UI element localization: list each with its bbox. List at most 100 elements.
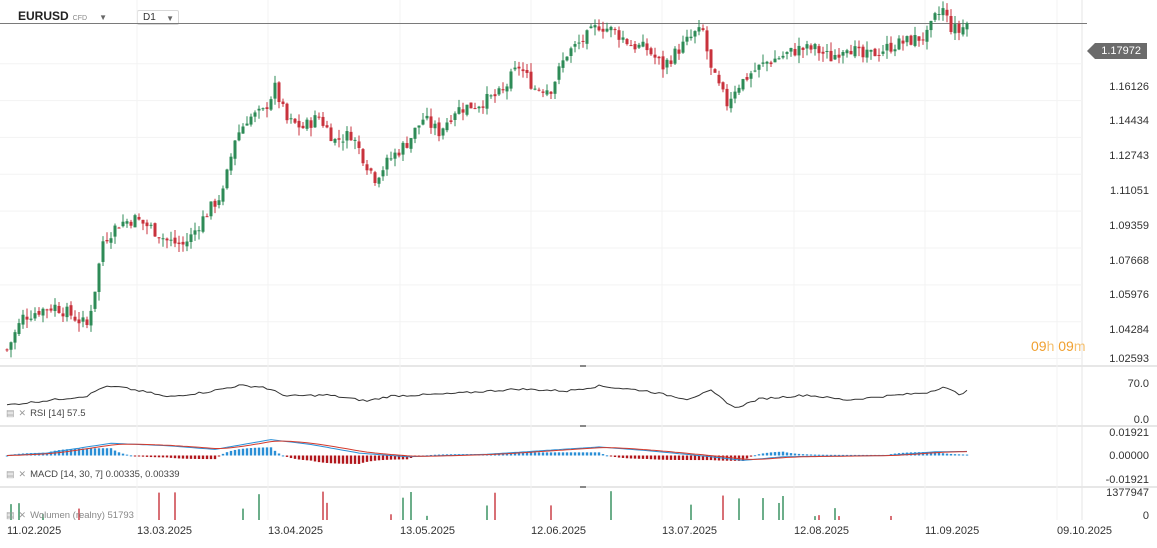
candle-body (269, 99, 273, 110)
macd-histogram-bar (789, 453, 793, 456)
macd-histogram-bar (669, 455, 673, 460)
candle-body (505, 86, 509, 92)
candle-body (601, 28, 605, 32)
candle-body (373, 172, 377, 184)
pane-resize-handle (580, 425, 586, 427)
candle-body (617, 30, 621, 40)
candle-body (885, 43, 889, 51)
macd-histogram-bar (541, 452, 545, 456)
macd-histogram-bar (341, 455, 345, 464)
indicator-settings-icon[interactable]: ▤ (6, 469, 15, 480)
macd-histogram-bar (329, 455, 333, 464)
macd-histogram-bar (641, 455, 645, 459)
candle-body (229, 156, 233, 171)
macd-histogram-bar (353, 455, 357, 464)
candle-body (453, 113, 457, 120)
macd-histogram-bar (533, 452, 537, 456)
macd-histogram-bar (657, 455, 661, 460)
macd-histogram-bar (549, 452, 553, 456)
macd-histogram-bar (745, 455, 749, 459)
indicator-settings-icon[interactable]: ▤ (6, 408, 15, 419)
candle-body (293, 118, 297, 123)
volume-legend: ▤ ✕ Wolumen (realny) 51793 (6, 510, 134, 521)
macd-histogram-bar (825, 454, 829, 456)
candle-body (257, 108, 261, 111)
candle-body (945, 9, 949, 16)
candle-body (953, 24, 957, 34)
candle-body (201, 216, 205, 232)
candle-body (657, 56, 661, 59)
candle-body (669, 60, 673, 64)
candle-body (385, 157, 389, 170)
candle-body (309, 120, 313, 128)
close-icon[interactable]: ✕ (19, 510, 27, 521)
candle-body (369, 168, 373, 171)
macd-histogram-bar (537, 452, 541, 456)
candle-body (417, 125, 421, 128)
indicator-settings-icon[interactable]: ▤ (6, 510, 15, 521)
candle-body (529, 71, 533, 89)
candle-body (437, 122, 441, 137)
macd-histogram-bar (73, 448, 77, 456)
candle-body (965, 23, 969, 30)
candle-body (469, 102, 473, 109)
candle-body (649, 48, 653, 55)
candle-body (157, 237, 161, 239)
macd-histogram-bar (97, 448, 101, 456)
macd-histogram-bar (765, 452, 769, 456)
macd-histogram-bar (217, 455, 221, 457)
candle-body (161, 238, 165, 240)
candle-body (553, 81, 557, 94)
date-axis-label: 13.04.2025 (268, 525, 324, 537)
macd-line (6, 439, 968, 461)
volume-bar (890, 515, 892, 520)
macd-histogram-bar (561, 452, 565, 456)
candle-body (177, 242, 181, 245)
candle-body (349, 131, 353, 141)
candle-body (461, 109, 465, 113)
macd-histogram-bar (581, 452, 585, 456)
macd-histogram-bar (365, 455, 369, 462)
macd-histogram-bar (277, 453, 281, 456)
macd-histogram-bar (769, 452, 773, 456)
macd-histogram-bar (817, 454, 821, 456)
candle-body (205, 216, 209, 218)
macd-histogram-bar (821, 454, 825, 456)
candle-body (637, 44, 641, 48)
candle-body (749, 73, 753, 79)
macd-histogram-bar (773, 452, 777, 456)
candle-body (697, 27, 701, 32)
close-icon[interactable]: ✕ (19, 469, 27, 480)
rsi-legend: ▤ ✕ RSI [14] 57.5 (6, 408, 86, 419)
chart-canvas[interactable] (0, 0, 1157, 548)
candle-body (537, 89, 541, 91)
candle-body (401, 142, 405, 155)
candle-body (493, 94, 497, 97)
macd-histogram-bar (89, 448, 93, 456)
macd-histogram-bar (577, 452, 581, 456)
macd-histogram-bar (233, 449, 237, 456)
macd-histogram-bar (249, 448, 253, 456)
candle-body (341, 141, 345, 143)
candle-body (569, 48, 573, 56)
macd-histogram-bar (169, 455, 173, 458)
candle-body (861, 46, 865, 58)
macd-histogram-bar (545, 452, 549, 456)
macd-histogram-bar (225, 452, 229, 456)
macd-histogram-bar (965, 454, 969, 456)
macd-histogram-bar (601, 454, 605, 456)
rsi-line (6, 384, 968, 408)
date-axis-label: 12.08.2025 (794, 525, 850, 537)
candle-body (769, 62, 773, 65)
macd-histogram-bar (573, 452, 577, 456)
close-icon[interactable]: ✕ (19, 408, 27, 419)
candle-body (877, 54, 881, 56)
candle-body (337, 138, 341, 140)
macd-histogram-bar (265, 447, 269, 456)
candle-body (89, 310, 93, 326)
macd-histogram-bar (161, 455, 165, 458)
candle-body (661, 56, 665, 70)
macd-histogram-bar (221, 453, 225, 456)
macd-histogram-bar (937, 452, 941, 456)
volume-axis-label: 1377947 (1106, 487, 1149, 499)
